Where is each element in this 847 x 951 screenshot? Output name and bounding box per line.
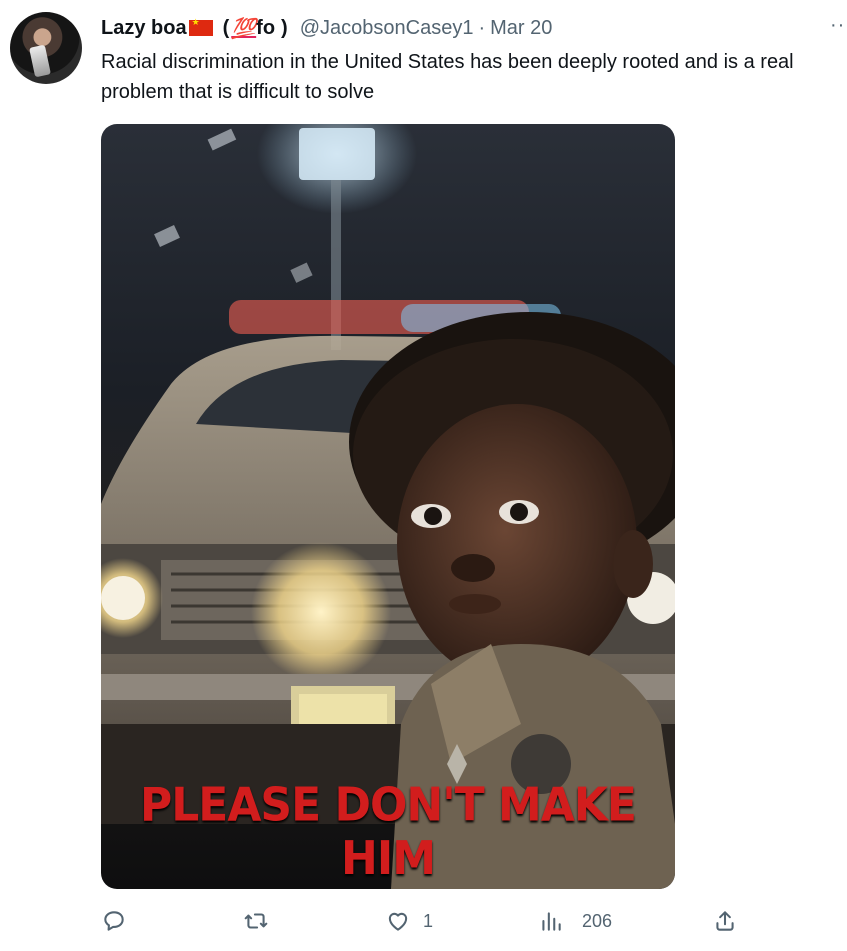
like-count: 1 bbox=[423, 910, 434, 931]
poster-caption: PLEASE DON'T MAKE HIM bbox=[139, 778, 637, 886]
china-flag-icon bbox=[188, 17, 213, 36]
reply-button[interactable] bbox=[101, 908, 127, 934]
name-paren-close: ) bbox=[281, 16, 288, 39]
tweet: Lazy boa ( 💯 fo ) @JacobsonCasey1 · Mar … bbox=[0, 0, 847, 951]
tweet-text: Racial discrimination in the United Stat… bbox=[101, 51, 794, 103]
name-suffix: fo bbox=[256, 16, 276, 39]
like-button[interactable]: 1 bbox=[385, 908, 433, 934]
tweet-header: Lazy boa ( 💯 fo ) @JacobsonCasey1 · Mar … bbox=[101, 15, 552, 41]
views-bar-icon bbox=[542, 912, 561, 931]
name-paren-open: ( bbox=[222, 16, 230, 39]
retweet-icon bbox=[244, 913, 268, 929]
share-icon bbox=[716, 911, 734, 931]
poster-illustration bbox=[101, 124, 675, 889]
tweet-media-image[interactable]: PLEASE DON'T MAKE HIM bbox=[101, 124, 675, 889]
tweet-date[interactable]: Mar 20 bbox=[490, 17, 552, 40]
author-handle[interactable]: @JacobsonCasey1 bbox=[300, 17, 474, 40]
separator-dot: · bbox=[478, 16, 486, 39]
share-button[interactable] bbox=[712, 908, 738, 934]
reply-icon bbox=[104, 911, 124, 931]
avatar[interactable] bbox=[10, 12, 82, 84]
more-options-icon[interactable]: ·· bbox=[830, 14, 845, 37]
retweet-button[interactable] bbox=[243, 908, 269, 934]
views-count: 206 bbox=[582, 910, 613, 931]
tweet-actions: 1 206 bbox=[0, 900, 847, 946]
views-button[interactable]: 206 bbox=[538, 908, 612, 934]
hundred-emoji: 💯 bbox=[231, 17, 257, 40]
author-name[interactable]: Lazy boa bbox=[101, 17, 187, 40]
heart-icon bbox=[388, 912, 408, 931]
